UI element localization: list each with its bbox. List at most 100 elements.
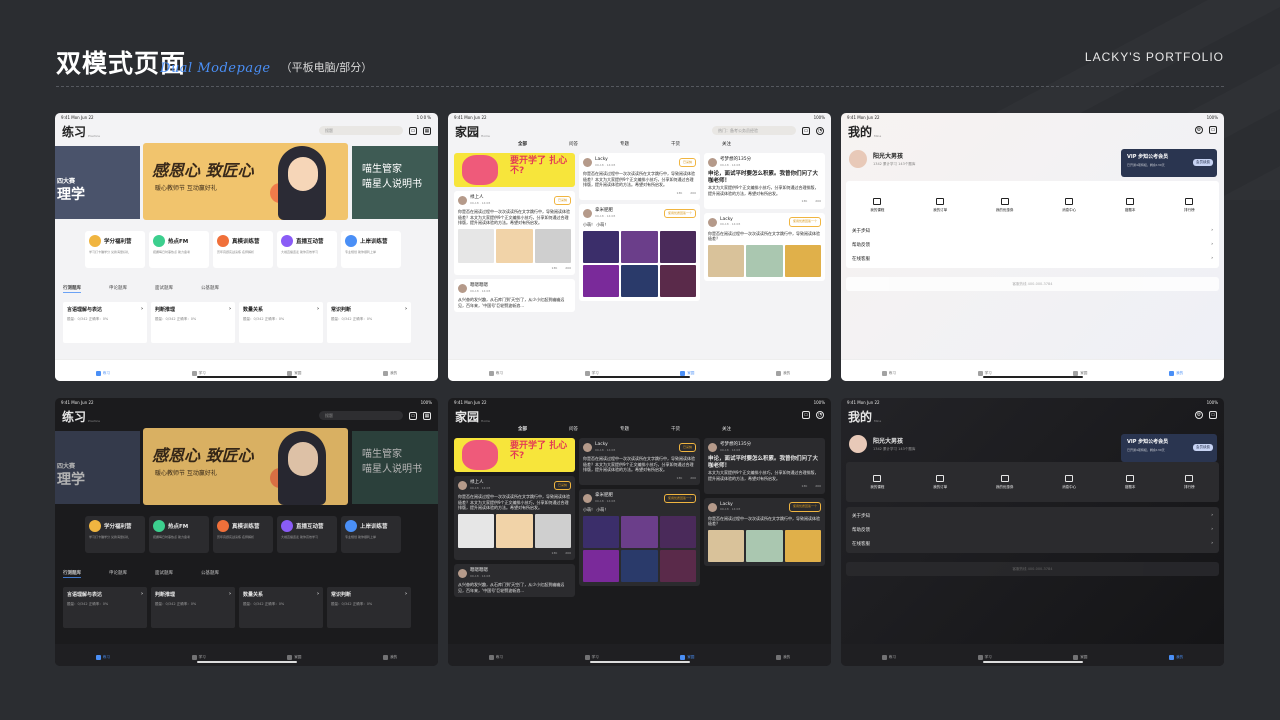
messages-item[interactable]: 消息中心 — [1062, 197, 1076, 213]
tab-topic[interactable]: 专题 — [620, 426, 629, 432]
tab-home[interactable]: 家园 — [287, 365, 301, 381]
tab-study[interactable]: 学习 — [191, 365, 206, 381]
tab-practice[interactable]: 练习 — [95, 649, 110, 666]
feed-post[interactable]: Lacky 09-18 · 14:08 已采纳 你是否在阅读过程中一次次读读所在文字… — [579, 153, 700, 200]
menu-feedback[interactable]: 帮助反馈 › — [846, 238, 1219, 252]
messages-item[interactable]: 消息中心 — [1062, 474, 1076, 490]
tab-mine[interactable]: 我的 — [383, 649, 397, 666]
banner-left[interactable]: 四大赛 理学 — [55, 146, 140, 219]
message-icon[interactable]: ▭ — [1209, 126, 1217, 134]
menu-service[interactable]: 在线客服 › — [846, 252, 1219, 266]
hotline-button[interactable]: 客服热线 400-000-3784 — [846, 562, 1219, 576]
comment-count[interactable]: 200 — [690, 191, 696, 197]
tab-study[interactable]: 学习 — [977, 649, 992, 666]
tab-study[interactable]: 学习 — [584, 649, 599, 666]
feed-post[interactable]: 考梦想的135分 09-18 · 14:08 申论，面试平时要怎么积累。我曾你们问… — [704, 438, 825, 494]
wrong-book-item[interactable]: 错题本 — [1125, 197, 1135, 213]
tab-mine[interactable]: 我的 — [383, 365, 397, 381]
tab-home[interactable]: 家园 — [680, 365, 694, 381]
featured-post[interactable]: 要开学了 扎心不? — [454, 438, 575, 472]
wrong-book-item[interactable]: 错题本 — [1125, 474, 1135, 490]
feed-post[interactable]: 考梦想的135分 09-18 · 14:08 申论，面试平时要怎么积累。我曾你们问… — [704, 153, 825, 209]
quick-entry[interactable]: 直播互动营 大咖直播连麦 助你高效学习 — [277, 516, 337, 553]
hotline-button[interactable]: 客服热线 400-000-3784 — [846, 277, 1219, 291]
feed-post[interactable]: Lacky 09-18 · 14:08 使用优质回答一个 你是否在阅读过程中一次次读… — [704, 497, 825, 566]
menu-about[interactable]: 关于步知 › — [846, 509, 1219, 523]
like-count[interactable]: 13K — [801, 484, 807, 490]
comment-count[interactable]: 200 — [565, 266, 571, 272]
tab-follow[interactable]: 关注 — [722, 426, 731, 432]
quick-entry[interactable]: 热点FM 把握每日时事热点 助力备考 — [149, 231, 209, 268]
question-card[interactable]: 言语理解与表达 › 题量：0/342 正确率：0% — [63, 587, 147, 628]
search-input[interactable]: 热门：备考公务员经验 — [712, 126, 796, 135]
menu-about[interactable]: 关于步知 › — [846, 224, 1219, 238]
avatar[interactable]: ◔ — [816, 126, 824, 135]
comment-count[interactable]: 200 — [690, 476, 696, 482]
tab-follow[interactable]: 关注 — [722, 141, 731, 147]
tab-practice[interactable]: 练习 — [881, 649, 896, 666]
question-card[interactable]: 言语理解与表达 › 题量：0/342 正确率：0% — [63, 302, 147, 343]
featured-post[interactable]: 要开学了 扎心不? — [454, 153, 575, 187]
my-orders-item[interactable]: 我的订单 — [933, 474, 947, 490]
tab-practice[interactable]: 练习 — [881, 365, 896, 381]
tab-tips[interactable]: 干货 — [671, 426, 680, 432]
tab-all[interactable]: 全部 — [518, 141, 527, 147]
ranking-item[interactable]: 排行榜 — [1184, 474, 1195, 490]
feed-post[interactable]: Lacky 09-18 · 14:08 已采纳 你是否在阅读过程中一次次读读所在文字… — [579, 438, 700, 485]
message-icon[interactable]: ▭ — [409, 126, 417, 135]
my-courses-item[interactable]: 我的课程 — [870, 474, 884, 490]
my-orders-item[interactable]: 我的订单 — [933, 197, 947, 213]
menu-feedback[interactable]: 帮助反馈 › — [846, 523, 1219, 537]
feed-post[interactable]: 拿米肥肥 09-18 · 14:08 使用优质回答一个 小萌！ 小萌！ — [579, 489, 700, 586]
tab-gongji[interactable]: 公基题库 — [201, 570, 219, 578]
settings-icon[interactable]: ⚙ — [1195, 411, 1203, 419]
tab-qa[interactable]: 问答 — [569, 426, 578, 432]
vip-renew-button[interactable]: 会员续费 — [1193, 159, 1213, 166]
tab-practice[interactable]: 练习 — [488, 365, 503, 381]
banner-main[interactable]: 感恩心 致匠心 暖心教师节 互动赢好礼 — [143, 428, 348, 505]
question-card[interactable]: 判断推理 › 题量：0/342 正确率：0% — [151, 587, 235, 628]
question-card[interactable]: 常识判断 › 题量：0/342 正确率：0% — [327, 587, 411, 628]
tab-mine[interactable]: 我的 — [776, 365, 790, 381]
tab-home[interactable]: 家园 — [1073, 649, 1087, 666]
calendar-icon[interactable]: ▭ — [802, 411, 810, 419]
tab-all[interactable]: 全部 — [518, 426, 527, 432]
question-card[interactable]: 判断推理 › 题量：0/342 正确率：0% — [151, 302, 235, 343]
vip-card[interactable]: VIP 步知公考会员 已开通4项特权，剩余130天 会员续费 — [1121, 149, 1217, 177]
tab-mianshi[interactable]: 面试题库 — [155, 285, 173, 293]
quick-entry[interactable]: 热点FM 把握每日时事热点 助力备考 — [149, 516, 209, 553]
menu-service[interactable]: 在线客服 › — [846, 537, 1219, 551]
comment-count[interactable]: 200 — [815, 199, 821, 205]
like-count[interactable]: 13K — [676, 191, 682, 197]
tab-xingce[interactable]: 行测题库 — [63, 285, 81, 293]
profile[interactable]: 阳光大男孩 1342 累计学习 143个题库 — [849, 150, 915, 168]
comment-count[interactable]: 200 — [815, 484, 821, 490]
tab-topic[interactable]: 专题 — [620, 141, 629, 147]
tab-tips[interactable]: 干货 — [671, 141, 680, 147]
grid-icon[interactable]: ▦ — [423, 126, 431, 135]
avatar[interactable]: ◔ — [816, 411, 824, 419]
vip-card[interactable]: VIP 步知公考会员 已开通4项特权，剩余130天 会员续费 — [1121, 434, 1217, 462]
my-coupons-item[interactable]: 我的优惠券 — [996, 197, 1013, 213]
quick-entry[interactable]: 上岸训练营 专业规划 助你顺利上岸 — [341, 516, 401, 553]
tab-study[interactable]: 学习 — [977, 365, 992, 381]
tab-practice[interactable]: 练习 — [488, 649, 503, 666]
banner-main[interactable]: 感恩心 致匠心 暖心教师节 互动赢好礼 — [143, 143, 348, 220]
my-courses-item[interactable]: 我的课程 — [870, 197, 884, 213]
tab-gongji[interactable]: 公基题库 — [201, 285, 219, 293]
feed-post[interactable]: 嗯嗯嗯嗯 09-18 · 14:08 从兴奋的发兴趣，从石库门到'天空门'，从少小… — [454, 564, 575, 597]
comment-count[interactable]: 200 — [565, 551, 571, 557]
feed-post[interactable]: 拿米肥肥 09-18 · 14:08 使用优质回答一个 小萌！ 小萌！ — [579, 204, 700, 301]
my-coupons-item[interactable]: 我的优惠券 — [996, 474, 1013, 490]
quick-entry[interactable]: 学分福利营 学习打卡赚学分 兑换海量好礼 — [85, 231, 145, 268]
banner-right[interactable]: 喵生管家 喵星人说明书 — [352, 146, 438, 219]
tab-shenlun[interactable]: 申论题库 — [109, 570, 127, 578]
question-card[interactable]: 数量关系 › 题量：0/342 正确率：0% — [239, 587, 323, 628]
tab-xingce[interactable]: 行测题库 — [63, 570, 81, 578]
search-input[interactable]: 搜题 — [319, 411, 403, 420]
grid-icon[interactable]: ▦ — [423, 411, 431, 420]
message-icon[interactable]: ▭ — [1209, 411, 1217, 419]
like-count[interactable]: 13K — [551, 551, 557, 557]
feed-post[interactable]: 嗯嗯嗯嗯 09-18 · 14:08 从兴奋的发兴趣，从石库门到'天空门'，从少小… — [454, 279, 575, 312]
feed-post[interactable]: Lacky 09-18 · 14:08 使用优质回答一个 你是否在阅读过程中一次次读… — [704, 212, 825, 281]
